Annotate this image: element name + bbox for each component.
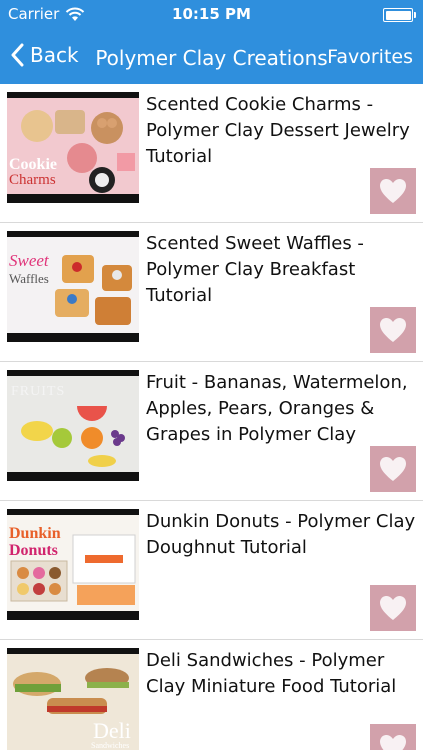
thumbnail-caption: Sweet	[9, 251, 49, 270]
heart-icon	[380, 318, 406, 342]
favorite-button[interactable]	[370, 585, 416, 631]
back-label: Back	[30, 43, 79, 67]
video-list: Cookie Charms Scented Cookie Charms - Po…	[0, 84, 423, 750]
heart-icon	[380, 179, 406, 203]
thumbnail-caption: Sandwiches	[91, 741, 130, 750]
thumbnail-caption: Waffles	[9, 271, 49, 286]
header: Carrier 10:15 PM Back Polymer Clay Creat…	[0, 0, 423, 84]
page-title: Polymer Clay Creations	[95, 46, 328, 70]
list-item[interactable]: FRUITS Fruit - Bananas, Watermelon, Appl…	[0, 362, 423, 501]
item-title: Fruit - Bananas, Watermelon, Apples, Pea…	[146, 372, 408, 445]
list-item[interactable]: Sweet Waffles Scented Sweet Waffles - Po…	[0, 223, 423, 362]
thumbnail: Cookie Charms	[7, 92, 139, 203]
navigation-bar: Back Polymer Clay Creations Favorites	[0, 36, 423, 80]
item-title: Deli Sandwiches - Polymer Clay Miniature…	[146, 650, 397, 697]
thumbnail-caption: Charms	[9, 172, 56, 188]
thumbnail-caption: Dunkin	[9, 525, 61, 542]
favorite-button[interactable]	[370, 724, 416, 750]
thumbnail-caption: FRUITS	[11, 384, 66, 399]
thumbnail: FRUITS	[7, 370, 139, 481]
status-bar: Carrier 10:15 PM	[0, 0, 423, 30]
thumbnail-caption: Donuts	[9, 542, 58, 559]
list-item[interactable]: Cookie Charms Scented Cookie Charms - Po…	[0, 84, 423, 223]
battery-icon	[383, 8, 416, 22]
item-title: Scented Sweet Waffles - Polymer Clay Bre…	[146, 233, 364, 306]
item-title: Scented Cookie Charms - Polymer Clay Des…	[146, 94, 410, 167]
list-item[interactable]: Dunkin Donuts Dunkin Donuts - Polymer Cl…	[0, 501, 423, 640]
back-button[interactable]: Back	[10, 43, 79, 67]
favorite-button[interactable]	[370, 446, 416, 492]
thumbnail: Dunkin Donuts	[7, 509, 139, 620]
list-item[interactable]: Deli Sandwiches Deli Sandwiches - Polyme…	[0, 640, 423, 750]
thumbnail: Deli Sandwiches	[7, 648, 139, 750]
favorites-button[interactable]: Favorites	[327, 46, 413, 68]
heart-icon	[380, 596, 406, 620]
thumbnail: Sweet Waffles	[7, 231, 139, 342]
favorite-button[interactable]	[370, 168, 416, 214]
favorite-button[interactable]	[370, 307, 416, 353]
heart-icon	[380, 457, 406, 481]
chevron-left-icon	[11, 43, 24, 67]
heart-icon	[380, 735, 406, 750]
item-title: Dunkin Donuts - Polymer Clay Doughnut Tu…	[146, 511, 416, 558]
status-time: 10:15 PM	[172, 5, 251, 23]
